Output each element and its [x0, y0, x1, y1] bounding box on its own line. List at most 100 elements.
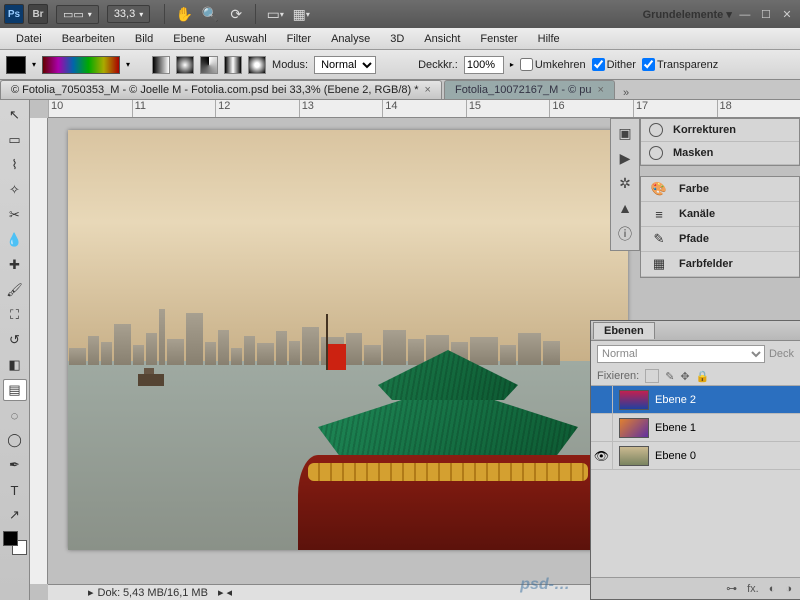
menu-3d[interactable]: 3D: [380, 31, 414, 47]
view-arrange-dropdown[interactable]: ▭▭▾: [56, 5, 99, 24]
panel-farbfelder[interactable]: ▦Farbfelder: [641, 252, 799, 277]
layer-row[interactable]: Ebene 2: [591, 386, 800, 414]
blur-tool-icon[interactable]: ◌: [3, 404, 27, 426]
foreground-swatch[interactable]: [6, 56, 26, 74]
panel-korrekturen[interactable]: Korrekturen: [641, 119, 799, 142]
menu-ansicht[interactable]: Ansicht: [414, 31, 470, 47]
visibility-toggle-icon[interactable]: 👁: [591, 442, 613, 469]
color-icon: 🎨: [649, 181, 669, 197]
lock-transparent-icon[interactable]: [645, 369, 659, 383]
workspace-switcher[interactable]: Grundelemente ▾: [639, 8, 736, 21]
close-icon[interactable]: ✕: [780, 8, 794, 21]
zoom-tool-icon[interactable]: 🔍: [198, 3, 222, 25]
gradient-preview[interactable]: [42, 56, 120, 74]
window-controls: — ☐ ✕: [736, 8, 796, 21]
eraser-tool-icon[interactable]: ◧: [3, 354, 27, 376]
panel-masken[interactable]: Masken: [641, 142, 799, 165]
type-tool-icon[interactable]: T: [3, 479, 27, 501]
histogram-icon[interactable]: ▶: [620, 150, 631, 167]
stamp-tool-icon[interactable]: ⛶: [3, 304, 27, 326]
panel-farbe[interactable]: 🎨Farbe: [641, 177, 799, 202]
adjustment-layer-icon[interactable]: ◑: [785, 583, 792, 595]
document-canvas[interactable]: [68, 130, 628, 550]
visibility-toggle-icon[interactable]: [591, 386, 613, 413]
reverse-checkbox[interactable]: Umkehren: [520, 58, 586, 71]
bridge-icon[interactable]: Br: [28, 4, 48, 24]
maximize-icon[interactable]: ☐: [759, 8, 773, 21]
layer-mask-icon[interactable]: ◐: [769, 583, 776, 595]
menu-hilfe[interactable]: Hilfe: [528, 31, 570, 47]
path-select-icon[interactable]: ↗: [3, 504, 27, 526]
layer-name: Ebene 1: [655, 422, 696, 434]
blend-mode-select[interactable]: Normal: [314, 56, 376, 74]
navigator-icon[interactable]: ▣: [618, 125, 631, 142]
app-titlebar: Ps Br ▭▭▾ 33,3▾ ✋ 🔍 ⟳ ▭▾ ▦▾ Grundelement…: [0, 0, 800, 28]
panel-pfade[interactable]: ✎Pfade: [641, 227, 799, 252]
reflected-gradient-icon[interactable]: [224, 56, 242, 74]
rotate-view-icon[interactable]: ⟳: [224, 3, 248, 25]
adjust-icon[interactable]: ▲: [618, 200, 632, 216]
menu-bearbeiten[interactable]: Bearbeiten: [52, 31, 125, 47]
layer-row[interactable]: Ebene 1: [591, 414, 800, 442]
pen-tool-icon[interactable]: ✒: [3, 454, 27, 476]
dodge-tool-icon[interactable]: ◯: [3, 429, 27, 451]
adjustments-icon: [649, 123, 663, 137]
wand-tool-icon[interactable]: ✧: [3, 179, 27, 201]
dither-checkbox[interactable]: Dither: [592, 58, 636, 71]
move-tool-icon[interactable]: ↖: [3, 104, 27, 126]
layer-name: Ebene 2: [655, 394, 696, 406]
link-layers-icon[interactable]: ⊶: [726, 582, 737, 595]
linear-gradient-icon[interactable]: [152, 56, 170, 74]
menu-analyse[interactable]: Analyse: [321, 31, 380, 47]
transparency-checkbox[interactable]: Transparenz: [642, 58, 718, 71]
history-brush-icon[interactable]: ↺: [3, 329, 27, 351]
menu-ebene[interactable]: Ebene: [163, 31, 215, 47]
options-bar: ▾ ▾ Modus: Normal Deckkr.: ▸ Umkehren Di…: [0, 50, 800, 80]
doc-tab-active[interactable]: © Fotolia_7050353_M - © Joelle M - Fotol…: [0, 80, 442, 99]
menu-datei[interactable]: Datei: [6, 31, 52, 47]
diamond-gradient-icon[interactable]: [248, 56, 266, 74]
tab-close-icon[interactable]: ×: [598, 84, 604, 96]
menu-bild[interactable]: Bild: [125, 31, 163, 47]
menu-fenster[interactable]: Fenster: [470, 31, 527, 47]
panel-kanaele[interactable]: ≡Kanäle: [641, 202, 799, 227]
ruler-vertical: [30, 118, 48, 584]
hand-tool-icon[interactable]: ✋: [172, 3, 196, 25]
layer-opacity-label: Deck: [769, 348, 794, 360]
marquee-tool-icon[interactable]: ▭: [3, 129, 27, 151]
lasso-tool-icon[interactable]: ⌇: [3, 154, 27, 176]
brush-tool-icon[interactable]: 🖌: [3, 279, 27, 301]
layer-fx-icon[interactable]: fx.: [747, 583, 759, 595]
lock-brush-icon[interactable]: ✎: [665, 370, 674, 383]
layer-blend-mode-select[interactable]: Normal: [597, 345, 765, 363]
lock-all-icon[interactable]: 🔒: [696, 370, 710, 383]
layer-thumbnail: [619, 446, 649, 466]
ruler-horizontal: 101112131415161718: [48, 100, 800, 118]
arrange-windows-icon[interactable]: ▦▾: [289, 3, 313, 25]
radial-gradient-icon[interactable]: [176, 56, 194, 74]
zoom-level-dropdown[interactable]: 33,3▾: [107, 5, 150, 23]
heal-tool-icon[interactable]: ✚: [3, 254, 27, 276]
crop-tool-icon[interactable]: ✂: [3, 204, 27, 226]
visibility-toggle-icon[interactable]: [591, 414, 613, 441]
doc-tab-inactive[interactable]: Fotolia_10072167_M - © pu×: [444, 80, 615, 99]
watermark-text: psd-…: [520, 576, 570, 594]
eyedropper-tool-icon[interactable]: 💧: [3, 229, 27, 251]
angle-gradient-icon[interactable]: [200, 56, 218, 74]
tab-close-icon[interactable]: ×: [425, 84, 431, 96]
color-swatches[interactable]: [3, 531, 27, 555]
masks-icon: [649, 146, 663, 160]
opacity-input[interactable]: [464, 56, 504, 74]
layers-tab[interactable]: Ebenen: [593, 322, 655, 339]
layer-row[interactable]: 👁 Ebene 0: [591, 442, 800, 470]
info-icon[interactable]: ⓘ: [618, 224, 632, 244]
menu-filter[interactable]: Filter: [277, 31, 321, 47]
menu-auswahl[interactable]: Auswahl: [215, 31, 277, 47]
gradient-tool-icon[interactable]: ▤: [3, 379, 27, 401]
layers-panel: Ebenen Normal Deck Fixieren: ✎ ✥ 🔒 Ebene…: [590, 320, 800, 600]
lock-move-icon[interactable]: ✥: [680, 370, 689, 383]
minimize-icon[interactable]: —: [738, 9, 752, 21]
layer-name: Ebene 0: [655, 450, 696, 462]
screen-mode-icon[interactable]: ▭▾: [263, 3, 287, 25]
actions-icon[interactable]: ✲: [619, 175, 631, 192]
